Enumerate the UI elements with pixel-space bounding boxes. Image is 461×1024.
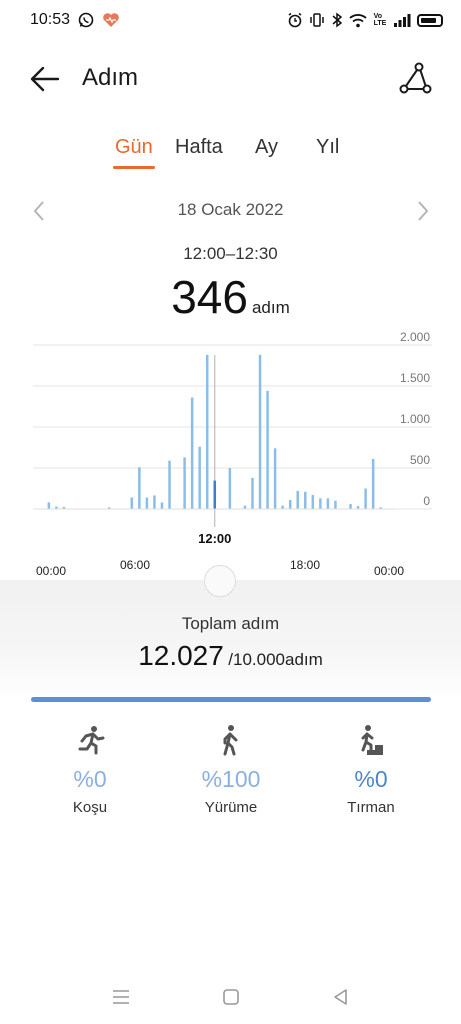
climbing-icon: [306, 720, 436, 760]
x-tick-label: 00:00: [36, 564, 66, 578]
system-nav-bar: [0, 980, 461, 1014]
y-tick-label: 500: [410, 453, 430, 467]
selected-range: 12:00–12:30: [183, 244, 278, 263]
selected-steps: 346: [171, 271, 248, 323]
status-left: 10:53: [30, 11, 120, 29]
running-icon: [25, 720, 155, 760]
bar: [145, 497, 149, 509]
period-tabs: Gün Hafta Ay Yıl: [0, 136, 461, 176]
whatsapp-icon: [78, 12, 94, 28]
running-percent: %0: [73, 766, 107, 792]
x-tick-label: 00:00: [374, 564, 404, 578]
tab-week[interactable]: Hafta: [175, 136, 223, 159]
bar: [266, 390, 269, 509]
previous-day-button[interactable]: [28, 198, 52, 224]
volte-icon: Vo LTE: [373, 13, 387, 27]
wifi-icon: [349, 13, 367, 28]
selected-bar: [213, 480, 217, 509]
tab-active-indicator: [113, 166, 155, 169]
route-icon: [399, 62, 432, 94]
signal-icon: [393, 13, 411, 27]
back-nav-button[interactable]: [330, 986, 352, 1008]
back-button[interactable]: [28, 64, 62, 94]
bar: [326, 498, 330, 509]
y-tick-label: 2.000: [400, 330, 430, 344]
bar: [47, 502, 51, 509]
bar: [288, 499, 292, 509]
date-navigator: 18 Ocak 2022: [0, 196, 461, 226]
bar: [205, 354, 209, 509]
chevron-right-icon: [418, 201, 429, 221]
bar: [296, 490, 299, 509]
bar: [168, 460, 171, 509]
goal-text: /10.000adım: [228, 650, 323, 669]
bar: [228, 468, 232, 509]
bar: [273, 448, 277, 509]
activity-walking: %100 Yürüme: [166, 720, 296, 816]
bar: [334, 500, 337, 509]
total-steps: 12.027 /10.000adım: [0, 640, 461, 672]
climbing-label: Tırman: [347, 799, 395, 816]
y-tick-label: 1.500: [400, 371, 430, 385]
tab-day[interactable]: Gün: [115, 136, 153, 159]
bar: [319, 498, 322, 509]
app-bar: Adım: [0, 52, 461, 104]
drag-handle[interactable]: [204, 565, 236, 597]
battery-icon: [417, 13, 443, 27]
arrow-left-icon: [30, 66, 60, 92]
route-button[interactable]: [398, 62, 432, 96]
bar: [371, 458, 375, 509]
y-tick-label: 0: [423, 494, 430, 508]
activity-climbing: %0 Tırman: [306, 720, 436, 816]
home-square-icon: [223, 989, 239, 1005]
date-label: 18 Ocak 2022: [177, 200, 284, 219]
alarm-icon: [287, 12, 303, 28]
bar: [160, 502, 164, 509]
walking-percent: %100: [201, 766, 261, 792]
page-title: Adım: [82, 64, 139, 91]
bar: [138, 467, 141, 509]
tab-month[interactable]: Ay: [255, 136, 278, 159]
menu-button[interactable]: [110, 986, 132, 1008]
activity-running: %0 Koşu: [25, 720, 155, 816]
x-tick-label: 18:00: [290, 558, 320, 572]
bar: [311, 495, 315, 509]
heart-icon: [102, 12, 120, 28]
bar: [130, 497, 134, 509]
total-steps-value: 12.027: [138, 640, 224, 671]
bar: [258, 354, 262, 509]
chevron-left-icon: [33, 201, 44, 221]
bar: [190, 397, 194, 509]
goal-progress-fill: [31, 697, 431, 702]
y-tick-label: 1.000: [400, 412, 430, 426]
selected-time-label: 12:00: [198, 531, 231, 546]
bar: [153, 495, 156, 509]
selected-unit: adım: [251, 298, 290, 317]
vibrate-icon: [309, 12, 325, 28]
bar: [349, 504, 352, 509]
status-bar: 10:53 Vo LTE: [0, 0, 461, 40]
bar: [183, 457, 186, 509]
bar: [251, 477, 254, 509]
menu-icon: [113, 990, 129, 1004]
climbing-percent: %0: [354, 766, 388, 792]
status-time: 10:53: [30, 11, 71, 28]
running-label: Koşu: [72, 799, 108, 816]
selected-value: 346 adım: [0, 270, 461, 324]
x-tick-label: 06:00: [120, 558, 150, 572]
walking-label: Yürüme: [204, 799, 258, 816]
back-triangle-icon: [334, 989, 347, 1005]
home-button[interactable]: [220, 986, 242, 1008]
goal-progress-bar: [31, 697, 431, 702]
steps-chart[interactable]: 2.000 1.500 1.000 500 0 12:00 00:00 06:00 18:00 0…: [0, 325, 461, 580]
tab-year[interactable]: Yıl: [316, 136, 339, 159]
status-right: Vo LTE: [287, 12, 443, 28]
total-label: Toplam adım: [181, 614, 280, 633]
bar: [198, 446, 201, 509]
next-day-button[interactable]: [410, 198, 434, 224]
bar: [304, 491, 307, 509]
bar: [364, 488, 367, 509]
walking-icon: [166, 720, 296, 760]
bluetooth-icon: [331, 12, 343, 28]
